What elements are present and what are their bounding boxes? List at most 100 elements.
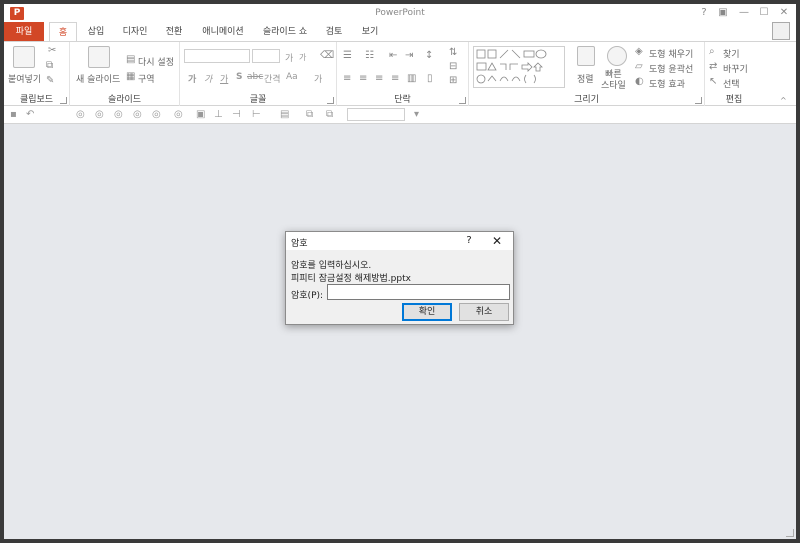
tab-view[interactable]: 보기 xyxy=(356,22,384,42)
text-direction-icon[interactable]: ⇅ xyxy=(449,48,457,58)
italic-button[interactable]: 가 xyxy=(204,72,212,85)
qat-tool-1-icon[interactable]: ◎ xyxy=(76,109,85,120)
quick-styles-icon[interactable] xyxy=(607,46,627,66)
section-label[interactable]: 구역 xyxy=(138,72,155,85)
minimize-button[interactable]: — xyxy=(736,6,752,20)
clipboard-launcher-icon[interactable] xyxy=(60,97,67,104)
spacing-button[interactable]: 간격 xyxy=(264,72,281,85)
reset-label[interactable]: 다시 설정 xyxy=(138,55,174,68)
shape-effects-icon[interactable]: ◐ xyxy=(635,77,644,87)
dialog-help-button[interactable]: ? xyxy=(462,234,476,248)
resize-grip-icon[interactable] xyxy=(786,529,794,537)
shape-effects-label[interactable]: 도형 효과 xyxy=(649,77,685,90)
justify-icon[interactable]: ≡ xyxy=(391,74,399,84)
select-label[interactable]: 선택 xyxy=(723,77,740,90)
align-left-icon[interactable]: ≡ xyxy=(343,74,351,84)
cut-icon[interactable]: ✂ xyxy=(48,46,56,56)
align-center-icon[interactable]: ≡ xyxy=(359,74,367,84)
reset-icon[interactable]: ▤ xyxy=(126,55,135,65)
align-text-icon[interactable]: ⊟ xyxy=(449,62,457,72)
find-icon[interactable]: ⌕ xyxy=(709,47,715,57)
shape-outline-label[interactable]: 도형 윤곽선 xyxy=(649,62,693,75)
undo-icon[interactable]: ↶ xyxy=(26,109,34,120)
ribbon-display-button[interactable]: ▣ xyxy=(715,6,731,20)
shape-fill-label[interactable]: 도형 채우기 xyxy=(649,47,693,60)
find-label[interactable]: 찾기 xyxy=(723,47,740,60)
clear-format-icon[interactable]: ⌫ xyxy=(320,51,334,61)
align-right-icon[interactable]: ≡ xyxy=(375,74,383,84)
qat-tool-7-icon[interactable]: ▣ xyxy=(196,109,205,120)
tab-transitions[interactable]: 전환 xyxy=(160,22,188,42)
bullets-icon[interactable]: ☰ xyxy=(343,51,352,61)
drawing-launcher-icon[interactable] xyxy=(695,97,702,104)
paste-label[interactable]: 붙여넣기 xyxy=(8,72,41,85)
qat-tool-10-icon[interactable]: ⊢ xyxy=(252,109,261,120)
font-name-combo[interactable] xyxy=(184,49,250,63)
paragraph-launcher-icon[interactable] xyxy=(459,97,466,104)
tab-file[interactable]: 파일 xyxy=(4,22,44,42)
qat-tool-4-icon[interactable]: ◎ xyxy=(133,109,142,120)
customize-qat-icon[interactable]: ▾ xyxy=(414,109,419,120)
qat-tool-11-icon[interactable]: ▤ xyxy=(280,109,289,120)
font-color-button[interactable]: 가 xyxy=(314,72,322,85)
underline-button[interactable]: 가 xyxy=(220,72,228,85)
tab-design[interactable]: 디자인 xyxy=(118,22,152,42)
increase-indent-icon[interactable]: ⇥ xyxy=(405,51,413,61)
replace-label[interactable]: 바꾸기 xyxy=(723,62,748,75)
paste-icon[interactable] xyxy=(13,46,35,68)
decrease-indent-icon[interactable]: ⇤ xyxy=(389,51,397,61)
qat-tool-8-icon[interactable]: ⊥ xyxy=(214,109,223,120)
restore-button[interactable]: ☐ xyxy=(756,6,772,20)
quick-styles-label[interactable]: 빠른 스타일 xyxy=(601,70,626,92)
font-size-combo[interactable] xyxy=(252,49,280,63)
distributed-icon[interactable]: ▥ xyxy=(407,74,416,84)
help-button[interactable]: ? xyxy=(696,6,712,20)
workspace xyxy=(4,124,796,539)
tab-home[interactable]: 홈 xyxy=(49,22,77,43)
qat-combo[interactable] xyxy=(347,108,405,121)
collapse-ribbon-icon[interactable]: ^ xyxy=(780,96,787,106)
tab-animations[interactable]: 애니메이션 xyxy=(197,22,249,42)
shadow-button[interactable]: S xyxy=(236,72,242,82)
dialog-close-button[interactable]: ✕ xyxy=(489,234,505,248)
replace-icon[interactable]: ⇄ xyxy=(709,62,717,72)
password-input[interactable] xyxy=(327,284,510,300)
strike-button[interactable]: abc xyxy=(247,72,263,82)
qat-tool-6-icon[interactable]: ◎ xyxy=(174,109,183,120)
grow-font-button[interactable]: 가 xyxy=(285,51,293,64)
ok-button[interactable]: 확인 xyxy=(402,303,452,321)
tab-review[interactable]: 검토 xyxy=(320,22,348,42)
smartart-icon[interactable]: ⊞ xyxy=(449,76,457,86)
font-launcher-icon[interactable] xyxy=(327,97,334,104)
qat-tool-9-icon[interactable]: ⊣ xyxy=(232,109,241,120)
save-icon[interactable]: ▪ xyxy=(10,109,17,120)
numbering-icon[interactable]: ☷ xyxy=(365,51,374,61)
qat-tool-5-icon[interactable]: ◎ xyxy=(152,109,161,120)
font-group: 가 가 ⌫ 가 가 가 S abc 간격 Aa 가 글꼴 xyxy=(180,42,337,106)
qat-tool-13-icon[interactable]: ⧉ xyxy=(326,109,333,120)
new-slide-icon[interactable] xyxy=(88,46,110,68)
close-button[interactable]: ✕ xyxy=(776,6,792,20)
format-painter-icon[interactable]: ✎ xyxy=(46,76,54,86)
line-spacing-icon[interactable]: ↕ xyxy=(425,51,433,61)
arrange-label[interactable]: 정렬 xyxy=(577,72,594,85)
tab-slideshow[interactable]: 슬라이드 쇼 xyxy=(258,22,312,42)
shape-outline-icon[interactable]: ▱ xyxy=(635,62,643,72)
qat-tool-2-icon[interactable]: ◎ xyxy=(95,109,104,120)
select-icon[interactable]: ↖ xyxy=(709,77,717,87)
cancel-button[interactable]: 취소 xyxy=(459,303,509,321)
shape-fill-icon[interactable]: ◈ xyxy=(635,47,643,57)
qat-tool-3-icon[interactable]: ◎ xyxy=(114,109,123,120)
new-slide-label[interactable]: 새 슬라이드 xyxy=(76,72,120,85)
copy-icon[interactable]: ⧉ xyxy=(46,61,53,71)
shapes-gallery[interactable] xyxy=(473,46,565,88)
qat-tool-12-icon[interactable]: ⧉ xyxy=(306,109,313,120)
arrange-icon[interactable] xyxy=(577,46,595,66)
shrink-font-button[interactable]: 가 xyxy=(299,52,306,63)
change-case-button[interactable]: Aa xyxy=(286,72,298,82)
bold-button[interactable]: 가 xyxy=(188,72,196,85)
columns-icon[interactable]: ▯ xyxy=(427,74,433,84)
section-icon[interactable]: ▦ xyxy=(126,72,135,82)
tab-insert[interactable]: 삽입 xyxy=(82,22,110,42)
account-avatar[interactable] xyxy=(772,22,790,40)
